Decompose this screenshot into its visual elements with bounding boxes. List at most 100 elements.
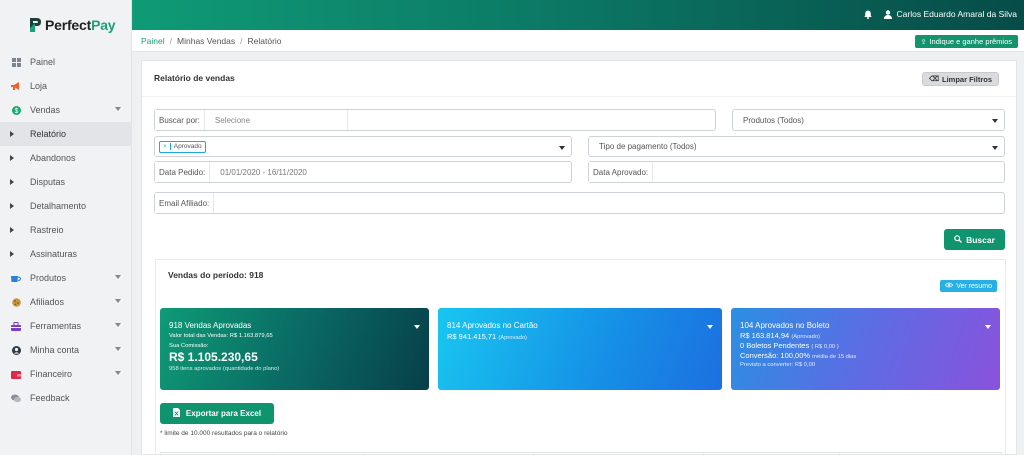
- sidebar-item-painel[interactable]: Painel: [0, 50, 131, 74]
- card-approved-headline: 814 Aprovados no Cartão: [447, 321, 538, 330]
- sidebar-item-financeiro[interactable]: Financeiro: [0, 362, 131, 386]
- chevron-down-icon[interactable]: [414, 325, 420, 329]
- caret-right-icon: [10, 155, 14, 161]
- card-approved-card: 814 Aprovados no Cartão R$ 941.415,71 (A…: [438, 308, 722, 390]
- chevron-down-icon: [992, 146, 998, 150]
- affiliate-email-field[interactable]: Email Afiliado:: [154, 192, 1005, 214]
- payment-type-value: Tipo de pagamento (Todos): [599, 142, 697, 151]
- chevron-down-icon[interactable]: [707, 325, 713, 329]
- tag-remove-icon[interactable]: ×: [163, 143, 171, 150]
- brand-name: PerfectPay: [45, 17, 116, 33]
- order-date-input[interactable]: 01/01/2020 - 16/11/2020: [210, 168, 307, 177]
- sidebar-item-label: Vendas: [30, 105, 61, 115]
- boleto-pending-count: 0 Boletos Pendentes: [740, 341, 810, 350]
- sidebar-item-label: Disputas: [30, 177, 66, 187]
- sidebar-nav: Painel Loja $ Vendas Relatório Abandonos Dispu…: [0, 50, 131, 410]
- card-amount-value: R$ 941.415,71: [447, 332, 497, 341]
- total-sales-value: Valor total das Vendas: R$ 1.163.879,65: [169, 333, 273, 339]
- products-select-value: Produtos (Todos): [743, 115, 804, 125]
- export-excel-label: Exportar para Excel: [185, 409, 262, 418]
- refer-and-win-button[interactable]: ⇪ Indique e ganhe prêmios: [914, 35, 1018, 48]
- search-button[interactable]: Buscar: [944, 229, 1005, 250]
- view-summary-button[interactable]: Ver resumo: [940, 280, 997, 292]
- payment-type-select[interactable]: Tipo de pagamento (Todos): [588, 136, 1005, 157]
- perfectpay-logo-icon: [30, 18, 41, 32]
- report-title: Relatório de vendas: [154, 73, 235, 83]
- sidebar-item-loja[interactable]: Loja: [0, 74, 131, 98]
- topbar: Carlos Eduardo Amaral da Silva: [132, 0, 1024, 30]
- products-select[interactable]: Produtos (Todos): [732, 109, 1005, 131]
- boleto-amount-value: R$ 163.814,94: [740, 331, 790, 340]
- chevron-down-icon: [115, 107, 121, 111]
- status-multiselect[interactable]: × Aprovado: [154, 136, 572, 157]
- sidebar-item-assinaturas[interactable]: Assinaturas: [0, 242, 131, 266]
- approved-sales-card: 918 Vendas Aprovadas Valor total das Ven…: [160, 308, 429, 390]
- chat-icon: [10, 392, 22, 404]
- caret-right-icon: [10, 251, 14, 257]
- approved-items-count: 958 itens aprovados (quantidade do plano…: [169, 366, 280, 372]
- commission-value: R$ 1.105.230,65: [169, 350, 258, 364]
- sidebar-item-label: Painel: [30, 57, 56, 67]
- card-approved-amount: R$ 941.415,71 (Aprovado): [447, 332, 713, 341]
- search-button-label: Buscar: [966, 234, 995, 245]
- user-name: Carlos Eduardo Amaral da Silva: [896, 9, 1017, 19]
- search-by-label: Buscar por:: [155, 110, 205, 130]
- caret-right-icon: [10, 203, 14, 209]
- svg-text:$: $: [14, 108, 18, 115]
- search-by-field[interactable]: Buscar por: Selecione: [154, 109, 716, 131]
- export-excel-button[interactable]: Exportar para Excel: [160, 403, 274, 424]
- breadcrumb-separator: /: [240, 35, 243, 46]
- bell-icon[interactable]: [864, 10, 872, 19]
- card-amount-note: (Aprovado): [498, 335, 527, 341]
- sidebar-item-relatorio[interactable]: Relatório: [0, 122, 131, 146]
- clear-filters-button[interactable]: ⌫ Limpar Filtros: [922, 72, 999, 86]
- status-tag-label: Aprovado: [173, 143, 202, 150]
- search-input-divider: [347, 110, 348, 130]
- dollar-icon: $: [10, 104, 22, 116]
- sales-section: Vendas do período: 918 Ver resumo 918 Ve…: [155, 259, 1006, 455]
- approved-date-field[interactable]: Data Aprovado:: [588, 161, 1005, 183]
- gift-icon: ⇪: [920, 38, 927, 46]
- chevron-down-icon: [115, 299, 121, 303]
- sidebar-item-detalhamento[interactable]: Detalhamento: [0, 194, 131, 218]
- approved-date-label: Data Aprovado:: [589, 162, 654, 182]
- breadcrumb-section[interactable]: Minhas Vendas: [177, 36, 235, 46]
- user-menu[interactable]: Carlos Eduardo Amaral da Silva: [883, 9, 1017, 19]
- chevron-down-icon[interactable]: [985, 325, 991, 329]
- sidebar: PerfectPay Painel Loja $ Vendas Relatório Aba…: [0, 0, 132, 455]
- sidebar-item-abandonos[interactable]: Abandonos: [0, 146, 131, 170]
- boleto-approved-card: 104 Aprovados no Boleto R$ 163.814,94 (A…: [731, 308, 1000, 390]
- sidebar-item-label: Rastreio: [30, 225, 64, 235]
- sidebar-item-vendas[interactable]: $ Vendas: [0, 98, 131, 122]
- sidebar-item-feedback[interactable]: Feedback: [0, 386, 131, 410]
- sidebar-item-afiliados[interactable]: Afiliados: [0, 290, 131, 314]
- search-by-select[interactable]: Selecione: [205, 116, 250, 125]
- breadcrumb-home[interactable]: Painel: [141, 36, 165, 46]
- search-icon: [954, 234, 963, 245]
- status-tag-approved[interactable]: × Aprovado: [159, 140, 206, 153]
- sidebar-item-label: Minha conta: [30, 345, 80, 355]
- megaphone-icon: [10, 80, 22, 92]
- order-date-label: Data Pedido:: [155, 162, 211, 182]
- boleto-approved-headline: 104 Aprovados no Boleto: [740, 321, 830, 330]
- boleto-conversion-note: média de 15 dias: [812, 354, 857, 360]
- sidebar-item-label: Produtos: [30, 273, 67, 283]
- sidebar-item-label: Ferramentas: [30, 321, 82, 331]
- sidebar-item-ferramentas[interactable]: Ferramentas: [0, 314, 131, 338]
- results-limit-note: * limite de 10.000 resultados para o rel…: [160, 430, 288, 437]
- logo[interactable]: PerfectPay: [0, 0, 131, 50]
- sidebar-item-minha-conta[interactable]: Minha conta: [0, 338, 131, 362]
- sidebar-item-label: Afiliados: [30, 297, 65, 307]
- sidebar-item-produtos[interactable]: Produtos: [0, 266, 131, 290]
- user-circle-icon: [10, 344, 22, 356]
- eraser-icon: ⌫: [929, 76, 939, 83]
- sales-period-title: Vendas do período: 918: [168, 270, 264, 280]
- breadcrumb-current: Relatório: [247, 35, 282, 46]
- affiliate-email-label: Email Afiliado:: [155, 193, 215, 213]
- sidebar-item-rastreio[interactable]: Rastreio: [0, 218, 131, 242]
- sidebar-item-disputas[interactable]: Disputas: [0, 170, 131, 194]
- boleto-approved-amount: R$ 163.814,94 (Aprovado): [740, 331, 991, 340]
- chevron-down-icon: [115, 323, 121, 327]
- chevron-down-icon: [115, 275, 121, 279]
- order-date-field[interactable]: Data Pedido: 01/01/2020 - 16/11/2020: [154, 161, 572, 183]
